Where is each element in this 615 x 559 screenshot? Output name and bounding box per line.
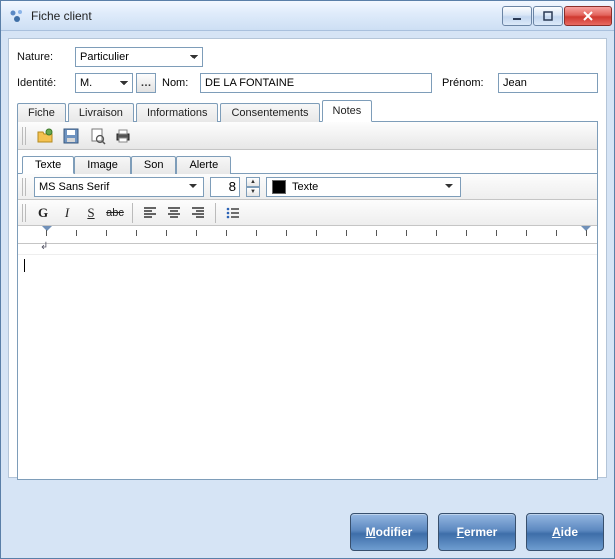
nature-select[interactable]: Particulier (75, 47, 203, 67)
italic-button[interactable]: I (56, 202, 78, 224)
main-tabs: Fiche Livraison Informations Consentemen… (17, 99, 598, 122)
subtab-alerte[interactable]: Alerte (176, 156, 231, 174)
spin-down-icon[interactable]: ▼ (246, 187, 260, 197)
font-color-swatch (272, 180, 286, 194)
window-title: Fiche client (31, 9, 501, 23)
fmtrow-grip (22, 204, 28, 222)
aide-button[interactable]: Aide (526, 513, 604, 551)
chevron-down-icon (443, 181, 455, 193)
font-family-value: MS Sans Serif (39, 181, 109, 193)
nature-label: Nature: (17, 51, 75, 63)
toolbar-grip (22, 127, 28, 145)
nom-label: Nom: (162, 77, 194, 89)
minimize-button[interactable] (502, 6, 532, 26)
print-preview-icon[interactable] (86, 125, 108, 147)
align-right-button[interactable] (187, 202, 209, 224)
align-center-button[interactable] (163, 202, 185, 224)
print-icon[interactable] (112, 125, 134, 147)
app-icon (9, 8, 25, 24)
tab-informations[interactable]: Informations (136, 103, 219, 122)
underline-button[interactable]: S (80, 202, 102, 224)
prenom-field[interactable] (498, 73, 598, 93)
tab-livraison[interactable]: Livraison (68, 103, 134, 122)
open-folder-icon[interactable] (34, 125, 56, 147)
strikethrough-button[interactable]: abc (104, 202, 126, 224)
subtab-son[interactable]: Son (131, 156, 177, 174)
chevron-down-icon (187, 181, 199, 193)
fontrow-grip (22, 178, 28, 196)
font-size-field[interactable] (210, 177, 240, 197)
tab-consentements[interactable]: Consentements (220, 103, 319, 122)
sub-tabs: Texte Image Son Alerte (18, 150, 597, 174)
paragraph-marker-icon: ↲ (40, 241, 48, 252)
close-button[interactable] (564, 6, 612, 26)
separator (215, 203, 216, 223)
bold-button[interactable]: G (32, 202, 54, 224)
text-attribute-select[interactable]: Texte (266, 177, 461, 197)
modifier-button[interactable]: Modifier (350, 513, 428, 551)
maximize-button[interactable] (533, 6, 563, 26)
fermer-button[interactable]: Fermer (438, 513, 516, 551)
text-attribute-label: Texte (292, 181, 318, 193)
tab-fiche[interactable]: Fiche (17, 103, 66, 122)
text-caret (24, 259, 25, 272)
subtab-texte[interactable]: Texte (22, 156, 74, 174)
font-size-stepper[interactable]: ▲ ▼ (246, 177, 260, 197)
save-icon[interactable] (60, 125, 82, 147)
identite-label: Identité: (17, 77, 75, 89)
font-family-select[interactable]: MS Sans Serif (34, 177, 204, 197)
ruler[interactable] (18, 226, 597, 244)
prenom-label: Prénom: (442, 77, 492, 89)
spin-up-icon[interactable]: ▲ (246, 177, 260, 187)
identite-select[interactable]: M. (75, 73, 133, 93)
nom-field[interactable] (200, 73, 432, 93)
notes-editor[interactable] (18, 254, 597, 479)
identite-browse-button[interactable]: … (136, 73, 156, 93)
subtab-image[interactable]: Image (74, 156, 131, 174)
bullet-list-button[interactable] (222, 202, 244, 224)
align-left-button[interactable] (139, 202, 161, 224)
separator (132, 203, 133, 223)
tab-notes[interactable]: Notes (322, 100, 373, 122)
